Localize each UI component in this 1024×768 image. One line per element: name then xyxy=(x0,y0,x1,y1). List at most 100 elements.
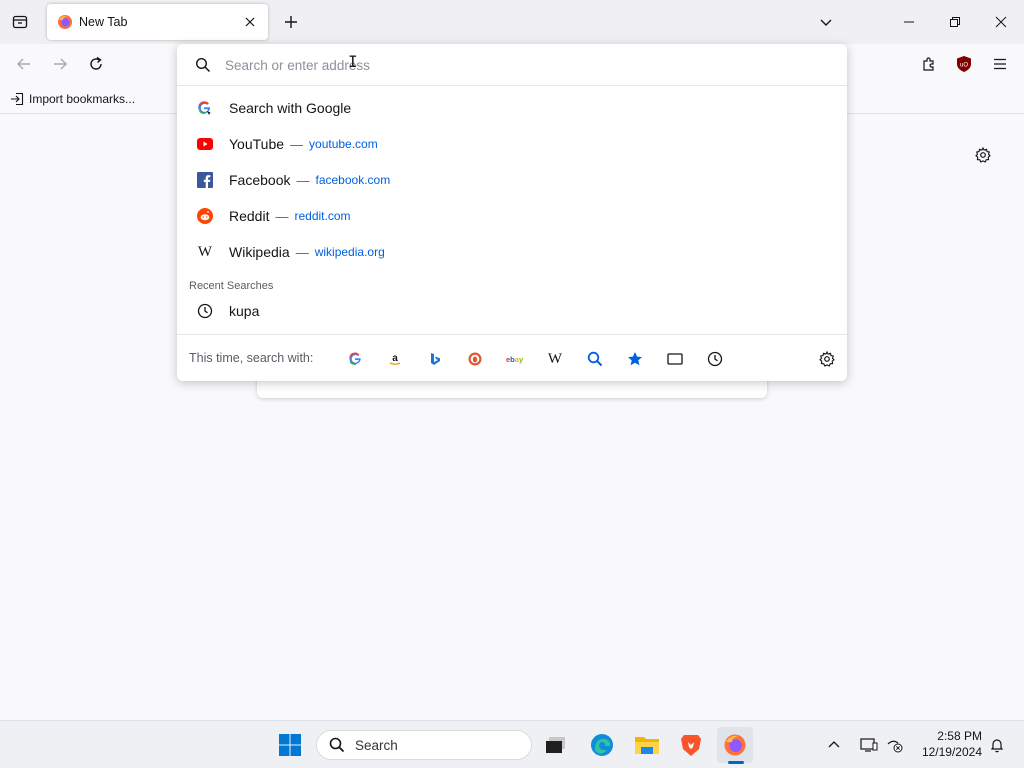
clock-time: 2:58 PM xyxy=(937,729,982,743)
tabs-icon xyxy=(667,353,683,365)
file-explorer-button[interactable] xyxy=(629,727,665,763)
firefox-taskbar-button[interactable] xyxy=(717,727,753,763)
suggestion-youtube[interactable]: YouTube — youtube.com xyxy=(185,127,839,161)
bing-icon xyxy=(431,353,440,365)
svg-text:ebay: ebay xyxy=(506,355,524,364)
tab-close-button[interactable] xyxy=(238,10,262,34)
svg-text:a: a xyxy=(392,353,398,364)
suggestion-search-google[interactable]: Search with Google xyxy=(185,91,839,125)
chevron-up-icon xyxy=(828,741,840,748)
firefox-icon xyxy=(724,734,746,756)
wikipedia-icon: W xyxy=(547,350,563,367)
search-icon xyxy=(587,351,603,367)
taskbar-search-box[interactable]: Search xyxy=(316,730,532,760)
task-view-button[interactable] xyxy=(538,727,574,763)
windows-logo-icon xyxy=(279,734,301,756)
show-hidden-icons-button[interactable] xyxy=(820,727,848,763)
recent-search-title: kupa xyxy=(229,303,260,319)
gear-icon xyxy=(975,147,991,163)
taskbar-search-label: Search xyxy=(355,737,398,753)
minimize-button[interactable] xyxy=(886,0,932,44)
reload-icon xyxy=(90,56,102,70)
tab-new-tab[interactable]: New Tab xyxy=(47,4,268,40)
google-icon xyxy=(349,352,361,365)
oneoff-google-button[interactable] xyxy=(341,345,369,373)
history-clock-icon xyxy=(195,301,215,321)
brave-button[interactable] xyxy=(673,727,709,763)
suggestion-wikipedia[interactable]: W Wikipedia — wikipedia.org xyxy=(185,235,839,269)
notifications-button[interactable] xyxy=(984,727,1010,763)
system-clock[interactable]: 2:58 PM 12/19/2024 xyxy=(912,728,982,760)
close-icon xyxy=(245,17,255,27)
chevron-down-icon xyxy=(820,19,832,26)
edge-button[interactable] xyxy=(584,727,620,763)
oneoff-amazon-button[interactable]: a xyxy=(381,345,409,373)
import-bookmarks-button[interactable]: Import bookmarks... xyxy=(10,90,135,108)
display-tray-button[interactable] xyxy=(856,727,882,763)
brave-lion-icon xyxy=(681,735,701,756)
extensions-button[interactable] xyxy=(915,50,943,78)
suggestion-url: wikipedia.org xyxy=(314,245,385,259)
network-status-button[interactable] xyxy=(882,727,908,763)
import-bookmarks-label: Import bookmarks... xyxy=(29,92,136,106)
suggestion-separator: — xyxy=(295,244,309,260)
oneoff-history-button[interactable] xyxy=(701,345,729,373)
firefox-view-button[interactable] xyxy=(6,8,34,36)
oneoff-ebay-button[interactable]: ebay xyxy=(501,345,529,373)
back-button[interactable] xyxy=(10,50,38,78)
gear-icon xyxy=(819,351,835,367)
oneoff-tabs-button[interactable] xyxy=(661,345,689,373)
app-menu-button[interactable] xyxy=(986,50,1014,78)
oneoff-duckduckgo-button[interactable] xyxy=(461,345,489,373)
list-all-tabs-button[interactable] xyxy=(812,8,840,36)
search-icon xyxy=(193,55,213,75)
reload-button[interactable] xyxy=(82,50,110,78)
import-icon xyxy=(11,92,24,106)
wikipedia-icon: W xyxy=(197,243,213,260)
one-off-label: This time, search with: xyxy=(189,351,314,365)
oneoff-bing-button[interactable] xyxy=(421,345,449,373)
oneoff-bookmarks-button[interactable] xyxy=(621,345,649,373)
firefox-icon xyxy=(58,15,72,29)
svg-text:uO: uO xyxy=(960,63,968,69)
restore-button[interactable] xyxy=(932,0,978,44)
start-button[interactable] xyxy=(272,727,308,763)
suggestion-separator: — xyxy=(275,208,289,224)
network-disconnected-icon xyxy=(887,740,903,753)
urlbar-dropdown: I Search with Google YouTube — youtube.c… xyxy=(177,44,847,381)
oneoff-wikipedia-button[interactable]: W xyxy=(541,345,569,373)
suggestion-separator: — xyxy=(296,172,310,188)
search-settings-button[interactable] xyxy=(813,345,841,373)
restore-icon xyxy=(950,17,960,27)
youtube-icon xyxy=(195,134,215,154)
ebay-icon: ebay xyxy=(506,355,524,364)
one-off-search-bar: This time, search with: a ebay W xyxy=(177,334,847,381)
history-clock-icon xyxy=(707,351,723,367)
recent-search-item[interactable]: kupa xyxy=(185,294,839,328)
puzzle-piece-icon xyxy=(923,57,934,71)
monitor-icon xyxy=(860,738,878,752)
suggestion-title: Wikipedia xyxy=(229,244,290,260)
search-icon xyxy=(329,737,345,753)
suggestion-title: Search with Google xyxy=(229,100,352,116)
suggestion-reddit[interactable]: Reddit — reddit.com xyxy=(185,199,839,233)
suggestion-title: Facebook xyxy=(229,172,291,188)
suggestion-facebook[interactable]: Facebook — facebook.com xyxy=(185,163,839,197)
windows-taskbar: Search 2:58 PM 12/19/2024 xyxy=(0,720,1024,768)
urlbar-input[interactable] xyxy=(225,53,825,77)
suggestion-url: facebook.com xyxy=(315,173,391,187)
google-icon xyxy=(195,98,215,118)
ublock-origin-button[interactable]: uO xyxy=(950,50,978,78)
close-window-button[interactable] xyxy=(978,0,1024,44)
recent-searches-label: Recent Searches xyxy=(189,280,274,292)
page-customize-button[interactable] xyxy=(970,142,996,168)
forward-button[interactable] xyxy=(46,50,74,78)
duckduckgo-icon xyxy=(468,352,482,366)
minimize-icon xyxy=(904,21,914,23)
oneoff-search-button[interactable] xyxy=(581,345,609,373)
bell-icon xyxy=(990,739,1004,753)
hamburger-menu-icon xyxy=(994,58,1006,70)
close-icon xyxy=(995,16,1007,28)
new-tab-button[interactable] xyxy=(278,8,304,36)
suggestion-separator: — xyxy=(290,136,304,152)
